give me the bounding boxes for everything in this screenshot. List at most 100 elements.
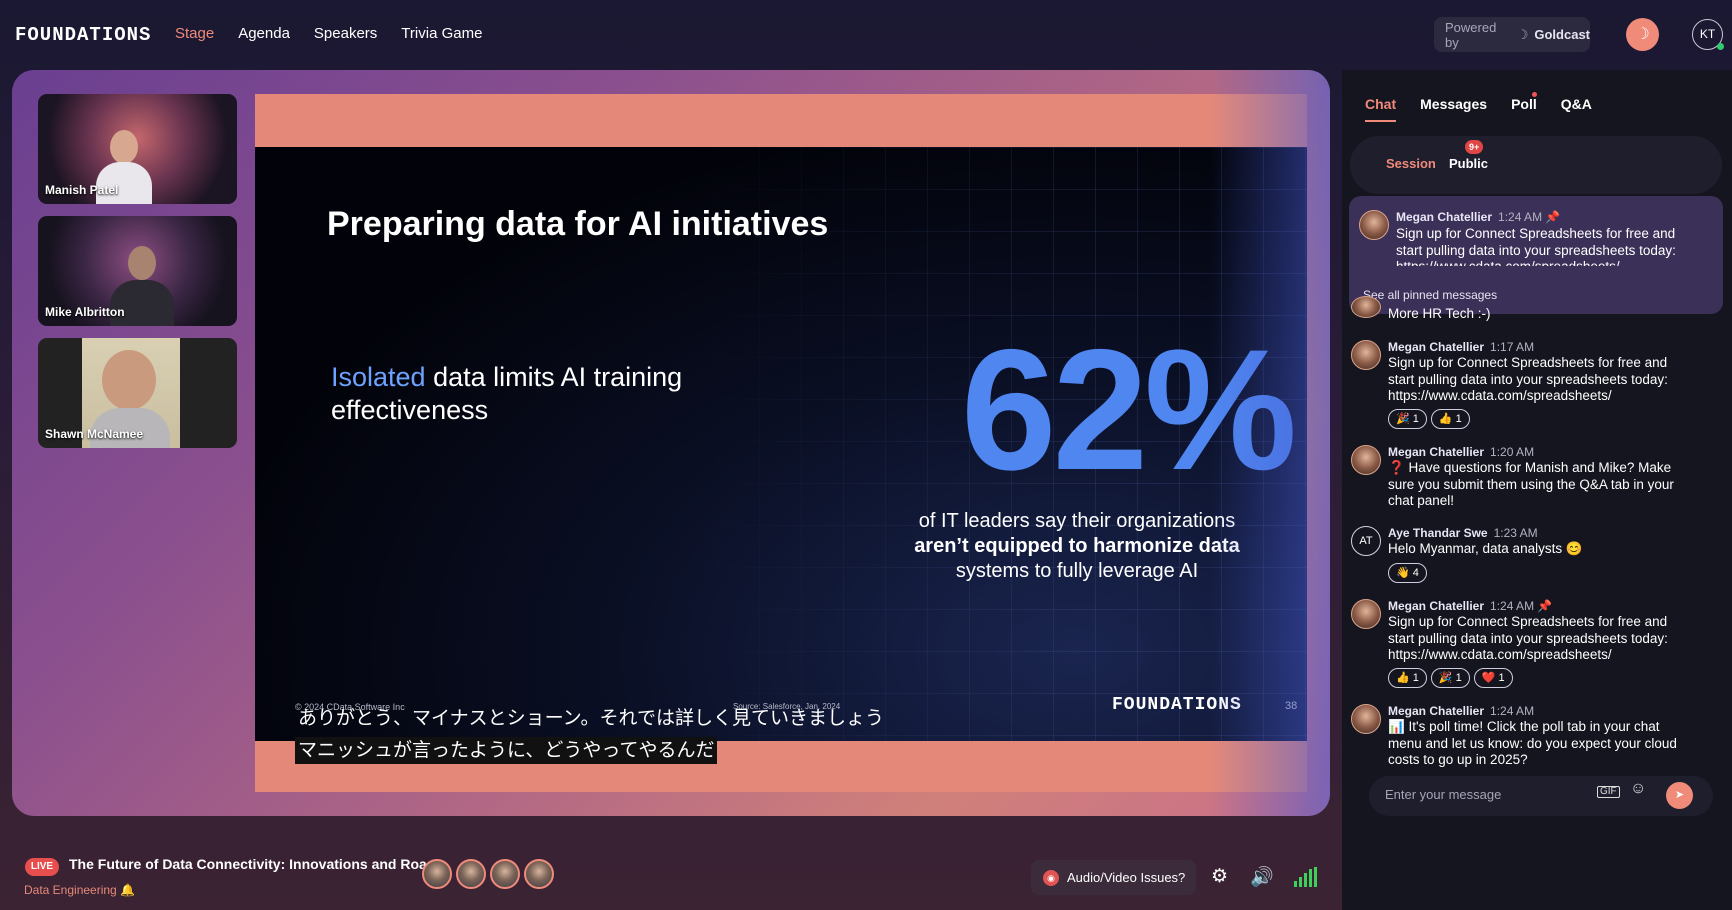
author-name: Megan Chatellier bbox=[1388, 704, 1485, 718]
caption-line-2: マニッシュが言ったように、どうやってやるんだ bbox=[295, 737, 718, 764]
speaker-video bbox=[128, 246, 156, 280]
slide-page-number: 38 bbox=[1285, 700, 1298, 712]
tab-messages[interactable]: Messages bbox=[1420, 96, 1487, 122]
presentation-slide: Preparing data for AI initiatives Isolat… bbox=[255, 147, 1307, 741]
foundations-logo[interactable]: FOUNDATIONS bbox=[15, 24, 151, 46]
slide-left-text: Isolated data limits AI training effecti… bbox=[331, 361, 751, 427]
author-name: Megan Chatellier bbox=[1388, 445, 1485, 459]
signal-bar bbox=[1299, 877, 1302, 887]
volume-icon[interactable]: 🔊 bbox=[1250, 865, 1274, 889]
reaction-chip[interactable]: 👋 4 bbox=[1388, 563, 1427, 583]
top-bar: FOUNDATIONS Stage Agenda Speakers Trivia… bbox=[0, 0, 1732, 70]
poll-notification-dot bbox=[1532, 92, 1537, 97]
send-button[interactable]: ➤ bbox=[1666, 782, 1693, 809]
subtab-public[interactable]: Public bbox=[1449, 156, 1488, 171]
author-name: Megan Chatellier bbox=[1396, 210, 1493, 224]
message-header: Megan Chatellier 1:20 AM bbox=[1388, 445, 1534, 459]
signal-bar bbox=[1309, 869, 1312, 887]
speaker-tile-manish[interactable]: Manish Patel bbox=[38, 94, 237, 204]
reactions: 🎉 1 👍 1 bbox=[1388, 409, 1470, 429]
reaction-chip[interactable]: 🎉 1 bbox=[1388, 409, 1427, 429]
tab-qa[interactable]: Q&A bbox=[1561, 96, 1592, 122]
bell-icon: 🔔 bbox=[120, 883, 136, 897]
pin-icon: 📌 bbox=[1537, 599, 1553, 613]
speaker-video-body bbox=[110, 280, 174, 326]
tab-poll[interactable]: Poll bbox=[1511, 96, 1537, 122]
timestamp: 1:23 AM bbox=[1493, 526, 1538, 540]
subtab-session[interactable]: Session bbox=[1386, 156, 1436, 171]
bottom-bar: LIVE The Future of Data Connectivity: In… bbox=[0, 840, 1342, 910]
speaker-tile-shawn[interactable]: Shawn McNamee bbox=[38, 338, 237, 448]
author-name: Aye Thandar Swe bbox=[1388, 526, 1488, 540]
speaker-avatar[interactable] bbox=[490, 859, 520, 889]
gif-icon[interactable]: GIF bbox=[1597, 786, 1620, 798]
timestamp: 1:17 AM bbox=[1490, 340, 1535, 354]
speaker-name: Mike Albritton bbox=[45, 305, 125, 319]
avatar: AT bbox=[1351, 526, 1381, 556]
wifi-alert-icon: ◉ bbox=[1043, 869, 1059, 886]
pin-icon: 📌 bbox=[1545, 210, 1561, 224]
avatar bbox=[1351, 296, 1381, 318]
pinned-message[interactable]: Megan Chatellier 1:24 AM 📌 Sign up for Co… bbox=[1349, 196, 1723, 314]
timestamp: 1:24 AM bbox=[1490, 599, 1535, 613]
stat-line-1: of IT leaders say their organizations bbox=[918, 510, 1236, 532]
avatar bbox=[1351, 599, 1381, 629]
speaker-tile-mike[interactable]: Mike Albritton bbox=[38, 216, 237, 326]
presentation-frame: Preparing data for AI initiatives Isolat… bbox=[255, 94, 1307, 792]
signal-bar bbox=[1294, 881, 1297, 887]
goldcast-icon-button[interactable]: ☽ bbox=[1626, 18, 1659, 51]
powered-by-label: Powered by bbox=[1445, 19, 1497, 50]
avatar bbox=[1351, 340, 1381, 370]
author-name: Megan Chatellier bbox=[1388, 599, 1485, 613]
message-header: Megan Chatellier 1:17 AM bbox=[1388, 340, 1534, 354]
message-input-container bbox=[1369, 776, 1713, 816]
slide-stat-caption: of IT leaders say their organizations ar… bbox=[847, 509, 1307, 584]
message-header: Megan Chatellier 1:24 AM bbox=[1388, 704, 1534, 718]
speaker-avatar[interactable] bbox=[524, 859, 554, 889]
signal-bar bbox=[1304, 873, 1307, 887]
nav-trivia-game[interactable]: Trivia Game bbox=[401, 25, 482, 42]
stat-line-2: aren’t equipped to harmonize data bbox=[914, 535, 1240, 557]
reaction-chip[interactable]: 👍 1 bbox=[1430, 409, 1470, 429]
author-name: Megan Chatellier bbox=[1388, 340, 1485, 354]
settings-gear-icon[interactable]: ⚙ bbox=[1211, 865, 1228, 888]
reactions: 👍 1 🎉 1 ❤️ 1 bbox=[1388, 668, 1513, 688]
nav-stage[interactable]: Stage bbox=[175, 25, 214, 42]
slide-highlight-word: Isolated bbox=[331, 362, 426, 392]
speaker-avatar[interactable] bbox=[422, 859, 452, 889]
message-header: Aye Thandar Swe 1:23 AM bbox=[1388, 526, 1538, 540]
reaction-chip[interactable]: 🎉 1 bbox=[1430, 668, 1470, 688]
message-text: Sign up for Connect Spreadsheets for fre… bbox=[1388, 614, 1668, 662]
chat-subtabs: Session Public 9+ bbox=[1350, 136, 1722, 194]
speaker-name: Shawn McNamee bbox=[45, 427, 144, 441]
speaker-avatar[interactable] bbox=[456, 859, 486, 889]
nav-agenda[interactable]: Agenda bbox=[238, 25, 290, 42]
avatar bbox=[1351, 445, 1381, 475]
caption-line-1: ありがとう、マイナスとショーン。それでは詳しく見ていきましょう bbox=[298, 708, 884, 729]
online-status-dot bbox=[1717, 43, 1724, 50]
avatar bbox=[1351, 704, 1381, 734]
nav-speakers[interactable]: Speakers bbox=[314, 25, 377, 42]
av-issues-label: Audio/Video Issues? bbox=[1067, 870, 1186, 885]
emoji-icon[interactable]: ☺ bbox=[1630, 780, 1646, 798]
signal-strength-icon[interactable] bbox=[1294, 867, 1317, 887]
speaker-video bbox=[102, 350, 156, 410]
message-text: Sign up for Connect Spreadsheets for fre… bbox=[1388, 355, 1668, 403]
track-name: Data Engineering bbox=[24, 883, 117, 897]
timestamp: 1:24 AM bbox=[1498, 210, 1543, 224]
see-all-pinned-link[interactable]: See all pinned messages bbox=[1363, 288, 1497, 302]
tab-chat[interactable]: Chat bbox=[1365, 96, 1397, 122]
stat-line-3: systems to fully leverage AI bbox=[955, 560, 1199, 582]
message-input[interactable] bbox=[1385, 787, 1575, 802]
slide-logo: FOUNDATIONS bbox=[1112, 695, 1242, 715]
powered-by-badge[interactable]: Powered by ☽ Goldcast bbox=[1434, 17, 1590, 52]
timestamp: 1:20 AM bbox=[1490, 445, 1535, 459]
goldcast-logo-icon: ☽ bbox=[1516, 26, 1529, 42]
message-text: 📊 It's poll time! Click the poll tab in … bbox=[1388, 719, 1677, 767]
av-issues-button[interactable]: ◉ Audio/Video Issues? bbox=[1031, 860, 1196, 895]
avatar bbox=[1359, 210, 1389, 240]
session-title[interactable]: The Future of Data Connectivity: Innovat… bbox=[69, 856, 438, 872]
message-text: Helo Myanmar, data analysts 😊 bbox=[1388, 541, 1583, 556]
reaction-chip[interactable]: 👍 1 bbox=[1388, 668, 1427, 688]
reaction-chip[interactable]: ❤️ 1 bbox=[1473, 668, 1513, 688]
